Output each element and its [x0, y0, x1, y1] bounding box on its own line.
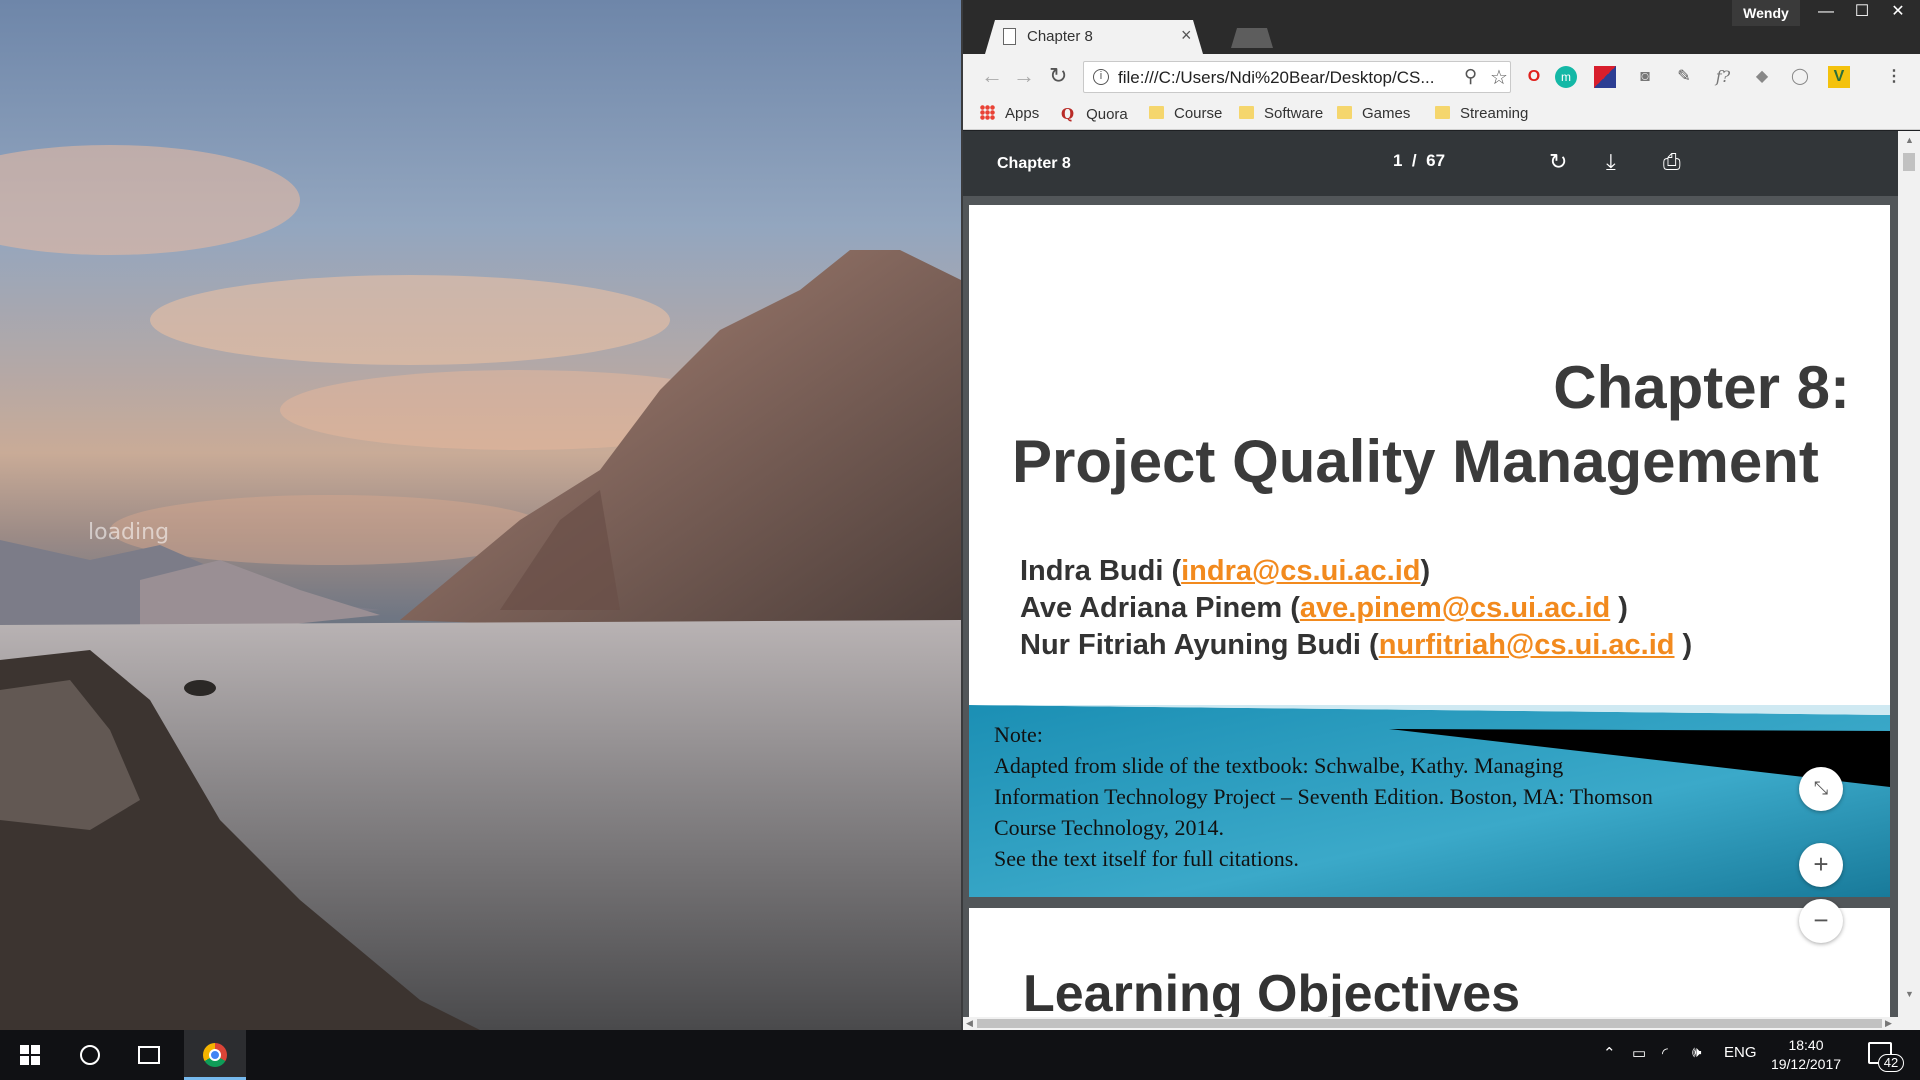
windows-start-icon[interactable]: [20, 1045, 40, 1065]
address-bar[interactable]: i file:///C:/Users/Ndi%20Bear/Desktop/CS…: [1083, 61, 1511, 93]
slide-note: Note: Adapted from slide of the textbook…: [994, 722, 1653, 871]
bookmark-apps[interactable]: Apps: [980, 105, 1039, 122]
scroll-down-icon[interactable]: ▼: [1905, 989, 1914, 999]
layers-icon[interactable]: ◆: [1751, 66, 1773, 88]
title-bar: Chapter 8 × Wendy — ☐ ✕: [963, 0, 1920, 54]
notification-count-badge: 42: [1878, 1054, 1904, 1072]
bookmark-course[interactable]: Course: [1149, 105, 1222, 122]
volume-icon[interactable]: 🕪: [1692, 1044, 1701, 1061]
horizontal-scrollbar[interactable]: ◀ ▶: [963, 1017, 1898, 1030]
wifi-icon[interactable]: ◜: [1662, 1044, 1668, 1062]
author-email-link[interactable]: ave.pinem@cs.ui.ac.id: [1300, 592, 1610, 624]
forward-arrow-icon[interactable]: →: [1013, 65, 1035, 87]
clock-date: 19/12/2017: [1770, 1056, 1842, 1072]
slide-title-line1: Chapter 8:: [1553, 354, 1850, 421]
quora-icon: Q: [1061, 105, 1075, 123]
new-tab-button[interactable]: [1231, 28, 1273, 48]
author-line: Nur Fitriah Ayuning Budi (nurfitriah@cs.…: [1020, 629, 1693, 661]
flag-extension-icon[interactable]: [1594, 66, 1616, 88]
tab-close-icon[interactable]: ×: [1181, 25, 1192, 46]
pdf-page-1: Chapter 8: Project Quality Management In…: [969, 205, 1890, 897]
folder-icon: [1337, 106, 1352, 119]
bookmarks-bar: Apps Q Quora Course Software Games Stream…: [963, 100, 1920, 130]
horizontal-scroll-thumb[interactable]: [977, 1019, 1882, 1028]
clock-time: 18:40: [1788, 1037, 1824, 1053]
eyedropper-icon[interactable]: ✎: [1673, 66, 1695, 88]
vertical-scroll-thumb[interactable]: [1903, 153, 1915, 171]
v-extension-icon[interactable]: V: [1828, 66, 1850, 88]
language-indicator[interactable]: ENG: [1724, 1044, 1757, 1061]
taskbar: ⌃ ▭ ◜ 🕪 ENG 18:40 19/12/2017 42: [0, 1030, 1920, 1080]
folder-icon: [1149, 106, 1164, 119]
url-text[interactable]: file:///C:/Users/Ndi%20Bear/Desktop/CS..…: [1118, 68, 1458, 88]
zoom-icon[interactable]: ⚲: [1464, 66, 1477, 87]
page-current[interactable]: 1: [1393, 151, 1402, 170]
cursor-extension-icon[interactable]: ◯: [1789, 66, 1811, 88]
zoom-out-button[interactable]: −: [1799, 899, 1843, 943]
pdf-toolbar: Chapter 8 1 / 67 ↻ ⤓ ⎙: [963, 131, 1898, 196]
profile-button[interactable]: Wendy: [1732, 0, 1800, 26]
formula-icon[interactable]: f?: [1712, 66, 1734, 88]
download-icon[interactable]: ⤓: [1606, 149, 1616, 175]
author-line: Indra Budi (indra@cs.ui.ac.id): [1020, 555, 1431, 587]
bookmark-quora[interactable]: Q Quora: [1061, 105, 1128, 123]
scroll-right-icon[interactable]: ▶: [1885, 1018, 1892, 1029]
browser-toolbar: ← → ↻ i file:///C:/Users/Ndi%20Bear/Desk…: [963, 54, 1920, 100]
battery-icon[interactable]: ▭: [1632, 1044, 1646, 1062]
pdf-title: Chapter 8: [997, 155, 1071, 172]
print-icon[interactable]: ⎙: [1663, 149, 1681, 175]
page-separator: /: [1411, 151, 1417, 170]
browser-window: Chapter 8 × Wendy — ☐ ✕ ← → ↻ i file:///…: [961, 0, 1920, 1030]
zoom-in-button[interactable]: +: [1799, 843, 1843, 887]
rotate-icon[interactable]: ↻: [1549, 149, 1567, 175]
chevron-up-icon[interactable]: ⌃: [1603, 1044, 1616, 1062]
menu-dots-icon[interactable]: ⋮: [1883, 66, 1905, 88]
author-email-link[interactable]: indra@cs.ui.ac.id: [1181, 555, 1420, 587]
folder-icon: [1435, 106, 1450, 119]
scroll-left-icon[interactable]: ◀: [966, 1018, 973, 1029]
slide-title-line2: Project Quality Management: [1012, 428, 1819, 495]
bookmark-streaming[interactable]: Streaming: [1435, 105, 1528, 122]
bookmark-games[interactable]: Games: [1337, 105, 1410, 122]
maximize-button[interactable]: ☐: [1844, 0, 1880, 26]
info-icon[interactable]: i: [1093, 69, 1109, 85]
page-total: 67: [1426, 151, 1446, 170]
tab-chapter-8[interactable]: Chapter 8 ×: [985, 20, 1203, 54]
m-extension-icon[interactable]: m: [1555, 66, 1577, 88]
taskbar-chrome-button[interactable]: [184, 1030, 246, 1080]
author-email-link[interactable]: nurfitriah@cs.ui.ac.id: [1379, 629, 1675, 661]
cortana-search-icon[interactable]: [80, 1045, 100, 1065]
vertical-scrollbar[interactable]: ▲ ▼: [1898, 131, 1920, 1030]
apps-grid-icon: [980, 105, 995, 120]
tab-title: Chapter 8: [1027, 28, 1093, 45]
pdf-page-2: Learning Objectives: [969, 908, 1890, 1017]
minimize-button[interactable]: —: [1808, 0, 1844, 26]
folder-icon: [1239, 106, 1254, 119]
opera-icon[interactable]: O: [1523, 66, 1545, 88]
chrome-icon: [203, 1043, 227, 1067]
fit-to-page-button[interactable]: ⤡: [1799, 767, 1843, 811]
clock[interactable]: 18:40 19/12/2017: [1766, 1036, 1846, 1074]
bookmark-software[interactable]: Software: [1239, 105, 1323, 122]
page-indicator: 1 / 67: [1393, 151, 1445, 171]
reload-icon[interactable]: ↻: [1049, 65, 1067, 87]
scroll-up-icon[interactable]: ▲: [1905, 135, 1914, 145]
document-icon: [1003, 28, 1016, 45]
back-arrow-icon[interactable]: ←: [981, 65, 1003, 87]
close-window-button[interactable]: ✕: [1880, 0, 1916, 26]
author-line: Ave Adriana Pinem (ave.pinem@cs.ui.ac.id…: [1020, 592, 1628, 624]
loading-text: loading: [88, 520, 170, 545]
camera-icon[interactable]: ◙: [1634, 66, 1656, 88]
task-view-icon[interactable]: [138, 1046, 160, 1064]
pdf-viewer: Chapter 8 1 / 67 ↻ ⤓ ⎙ Chapter 8: Projec…: [963, 131, 1898, 1017]
next-slide-title: Learning Objectives: [1023, 965, 1521, 1017]
bookmark-star-icon[interactable]: ☆: [1490, 65, 1508, 90]
